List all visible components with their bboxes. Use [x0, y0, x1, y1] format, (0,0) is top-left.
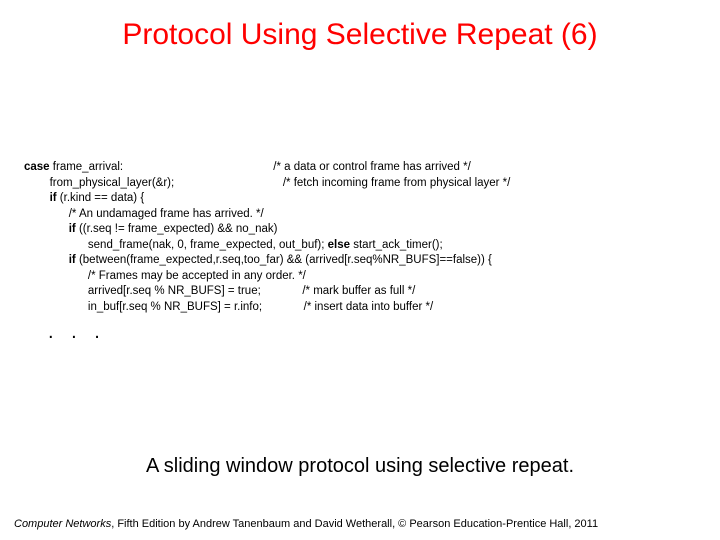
- continuation-ellipsis: . . .: [0, 315, 720, 344]
- slide-caption: A sliding window protocol using selectiv…: [0, 455, 720, 478]
- comment-1: /* a data or control frame has arrived *…: [273, 161, 471, 173]
- kw-if-2: if: [69, 223, 76, 235]
- code-l10: in_buf[r.seq % NR_BUFS] = r.info;: [88, 301, 262, 313]
- slide-title: Protocol Using Selective Repeat (6): [0, 0, 720, 60]
- footer-book-title: Computer Networks: [14, 518, 111, 530]
- code-l7: (between(frame_expected,r.seq,too_far) &…: [76, 254, 492, 266]
- comment-9: /* mark buffer as full */: [302, 285, 415, 297]
- kw-if-1: if: [50, 192, 57, 204]
- kw-else: else: [328, 239, 350, 251]
- comment-8: /* Frames may be accepted in any order. …: [88, 270, 306, 282]
- code-l1: frame_arrival:: [50, 161, 124, 173]
- kw-case: case: [24, 161, 50, 173]
- code-block: case frame_arrival: /* a data or control…: [0, 60, 720, 315]
- code-l3: (r.kind == data) {: [57, 192, 145, 204]
- footer-rest: , Fifth Edition by Andrew Tanenbaum and …: [111, 518, 598, 530]
- kw-if-3: if: [69, 254, 76, 266]
- comment-2: /* fetch incoming frame from physical la…: [283, 177, 511, 189]
- slide-footer: Computer Networks, Fifth Edition by Andr…: [0, 518, 720, 530]
- code-l5: ((r.seq != frame_expected) && no_nak): [76, 223, 278, 235]
- comment-4: /* An undamaged frame has arrived. */: [69, 208, 264, 220]
- code-l6a: send_frame(nak, 0, frame_expected, out_b…: [88, 239, 328, 251]
- code-l6c: start_ack_timer();: [350, 239, 443, 251]
- comment-10: /* insert data into buffer */: [304, 301, 434, 313]
- code-l9: arrived[r.seq % NR_BUFS] = true;: [88, 285, 261, 297]
- code-l2: from_physical_layer(&r);: [50, 177, 175, 189]
